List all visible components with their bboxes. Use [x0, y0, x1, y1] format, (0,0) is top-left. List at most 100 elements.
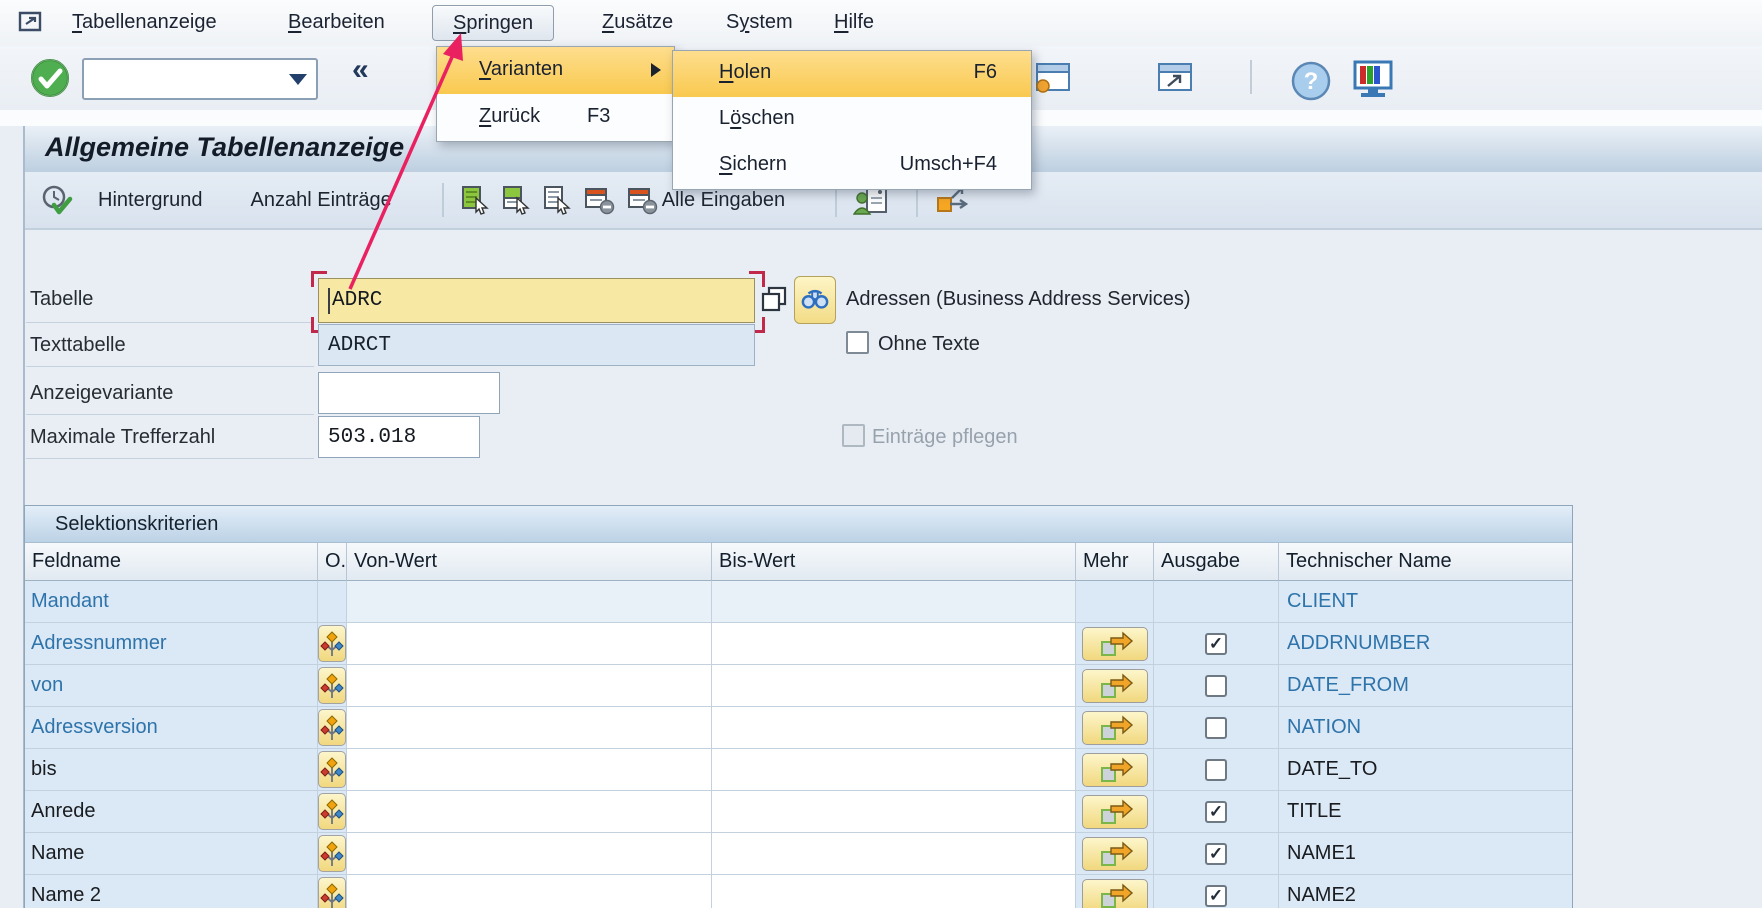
von-wert-cell[interactable]	[347, 791, 712, 833]
menu-item-sichern[interactable]: Sichern Umsch+F4	[673, 143, 1031, 189]
header-ausgabe[interactable]: Ausgabe	[1154, 543, 1279, 581]
select-all-icon[interactable]	[460, 185, 490, 215]
select-block-icon[interactable]	[501, 185, 531, 215]
deselect-all-icon[interactable]	[542, 185, 572, 215]
von-wert-cell[interactable]	[347, 707, 712, 749]
technischer-name-cell[interactable]: TITLE	[1279, 791, 1572, 833]
feldname-cell[interactable]: Mandant	[25, 581, 318, 623]
technischer-name-cell[interactable]: NAME1	[1279, 833, 1572, 875]
technischer-name-cell[interactable]: ADDRNUMBER	[1279, 623, 1572, 665]
create-shortcut-icon[interactable]	[1156, 60, 1194, 99]
all-inputs-button[interactable]: Alle Eingaben	[662, 189, 785, 212]
menu-tabellenanzeige[interactable]: Tabellenanzeige	[60, 5, 229, 39]
bis-wert-cell[interactable]	[712, 623, 1076, 665]
ausgabe-checkbox[interactable]: ✓	[1205, 801, 1227, 823]
multiple-selection-icon[interactable]	[1082, 879, 1148, 908]
menu-item-holen[interactable]: Holen F6	[673, 51, 1031, 97]
header-bis-wert[interactable]: Bis-Wert	[712, 543, 1076, 581]
tabelle-label: Tabelle	[30, 288, 93, 311]
technischer-name-cell[interactable]: DATE_FROM	[1279, 665, 1572, 707]
binoculars-icon[interactable]	[794, 276, 836, 324]
multiple-selection-icon[interactable]	[1082, 627, 1148, 661]
feldname-cell[interactable]: von	[25, 665, 318, 707]
anzeigevariante-input[interactable]	[318, 372, 500, 414]
bis-wert-cell[interactable]	[712, 833, 1076, 875]
ausgabe-checkbox[interactable]: ✓	[1205, 843, 1227, 865]
von-wert-cell[interactable]	[347, 623, 712, 665]
von-wert-cell[interactable]	[347, 875, 712, 908]
bis-wert-cell[interactable]	[712, 665, 1076, 707]
eintraege-pflegen-checkbox	[842, 424, 865, 447]
bis-wert-cell[interactable]	[712, 749, 1076, 791]
copy-icon[interactable]	[758, 284, 790, 316]
selection-option-icon[interactable]	[318, 835, 346, 872]
max-trefferzahl-input[interactable]: 503.018	[318, 416, 480, 458]
selection-option-icon[interactable]	[318, 877, 346, 908]
bis-wert-cell[interactable]	[712, 707, 1076, 749]
menu-item-zurueck[interactable]: Zurück F3	[437, 94, 674, 141]
gui-settings-icon[interactable]	[1352, 60, 1394, 105]
technischer-name-cell[interactable]: NATION	[1279, 707, 1572, 749]
multiple-selection-icon[interactable]	[1082, 795, 1148, 829]
multiple-selection-icon[interactable]	[1082, 669, 1148, 703]
ausgabe-checkbox[interactable]: ✓	[1205, 633, 1227, 655]
multiple-selection-icon[interactable]	[1082, 753, 1148, 787]
entry-count-button[interactable]: Anzahl Einträge	[251, 189, 392, 212]
technischer-name-cell[interactable]: CLIENT	[1279, 581, 1572, 623]
selection-option-icon[interactable]	[318, 667, 346, 704]
tabelle-input[interactable]: ADRC	[318, 278, 755, 323]
feldname-cell[interactable]: bis	[25, 749, 318, 791]
menu-hilfe[interactable]: Hilfe	[822, 5, 886, 39]
von-wert-cell[interactable]	[347, 665, 712, 707]
multiple-selection-icon[interactable]	[1082, 837, 1148, 871]
ausgabe-checkbox[interactable]: ✓	[1205, 675, 1227, 697]
feldname-cell[interactable]: Name 2	[25, 875, 318, 908]
selection-option-icon[interactable]	[318, 751, 346, 788]
command-field[interactable]	[82, 58, 318, 100]
menu-springen[interactable]: Springen	[432, 5, 554, 41]
von-wert-cell[interactable]	[347, 833, 712, 875]
feldname-cell[interactable]: Adressnummer	[25, 623, 318, 665]
menu-zusaetze[interactable]: Zusätze	[590, 5, 685, 39]
bis-wert-cell[interactable]	[712, 791, 1076, 833]
texttabelle-input[interactable]: ADRCT	[318, 324, 755, 366]
mehr-cell	[1076, 791, 1154, 833]
bis-wert-cell[interactable]	[712, 581, 1076, 623]
delete-selection-icon[interactable]	[583, 185, 615, 215]
command-dropdown-icon[interactable]	[289, 74, 307, 85]
header-feldname[interactable]: Feldname	[25, 543, 318, 581]
header-option[interactable]: O.	[318, 543, 347, 581]
technischer-name-cell[interactable]: DATE_TO	[1279, 749, 1572, 791]
selection-option-icon[interactable]	[318, 709, 346, 746]
bis-wert-cell[interactable]	[712, 875, 1076, 908]
collapse-icon[interactable]: «	[352, 53, 369, 87]
selection-option-icon[interactable]	[318, 793, 346, 830]
multiple-selection-icon[interactable]	[1082, 711, 1148, 745]
feldname-cell[interactable]: Adressversion	[25, 707, 318, 749]
header-von-wert[interactable]: Von-Wert	[347, 543, 712, 581]
menu-item-loeschen[interactable]: Löschen	[673, 97, 1031, 143]
ausgabe-checkbox[interactable]: ✓	[1205, 759, 1227, 781]
delete-all-selections-icon[interactable]	[626, 185, 658, 215]
svg-text:?: ?	[1304, 68, 1319, 95]
help-icon[interactable]: ?	[1290, 60, 1332, 107]
technischer-name-cell[interactable]: NAME2	[1279, 875, 1572, 908]
menu-bearbeiten[interactable]: Bearbeiten	[276, 5, 397, 39]
execute-icon[interactable]	[41, 184, 73, 216]
ohne-texte-checkbox[interactable]	[846, 331, 869, 354]
ausgabe-checkbox[interactable]: ✓	[1205, 717, 1227, 739]
header-mehr[interactable]: Mehr	[1076, 543, 1154, 581]
menu-item-varianten[interactable]: Varianten	[437, 47, 674, 94]
background-button[interactable]: Hintergrund	[98, 189, 203, 212]
selection-option-icon[interactable]	[318, 625, 346, 662]
feldname-cell[interactable]: Anrede	[25, 791, 318, 833]
header-technischer-name[interactable]: Technischer Name	[1279, 543, 1572, 581]
von-wert-cell[interactable]	[347, 581, 712, 623]
menu-system[interactable]: System	[714, 5, 805, 39]
enter-icon[interactable]	[30, 58, 70, 103]
system-menu-icon[interactable]	[16, 8, 46, 41]
ausgabe-checkbox[interactable]: ✓	[1205, 885, 1227, 907]
feldname-cell[interactable]: Name	[25, 833, 318, 875]
new-session-icon[interactable]	[1034, 60, 1072, 99]
von-wert-cell[interactable]	[347, 749, 712, 791]
